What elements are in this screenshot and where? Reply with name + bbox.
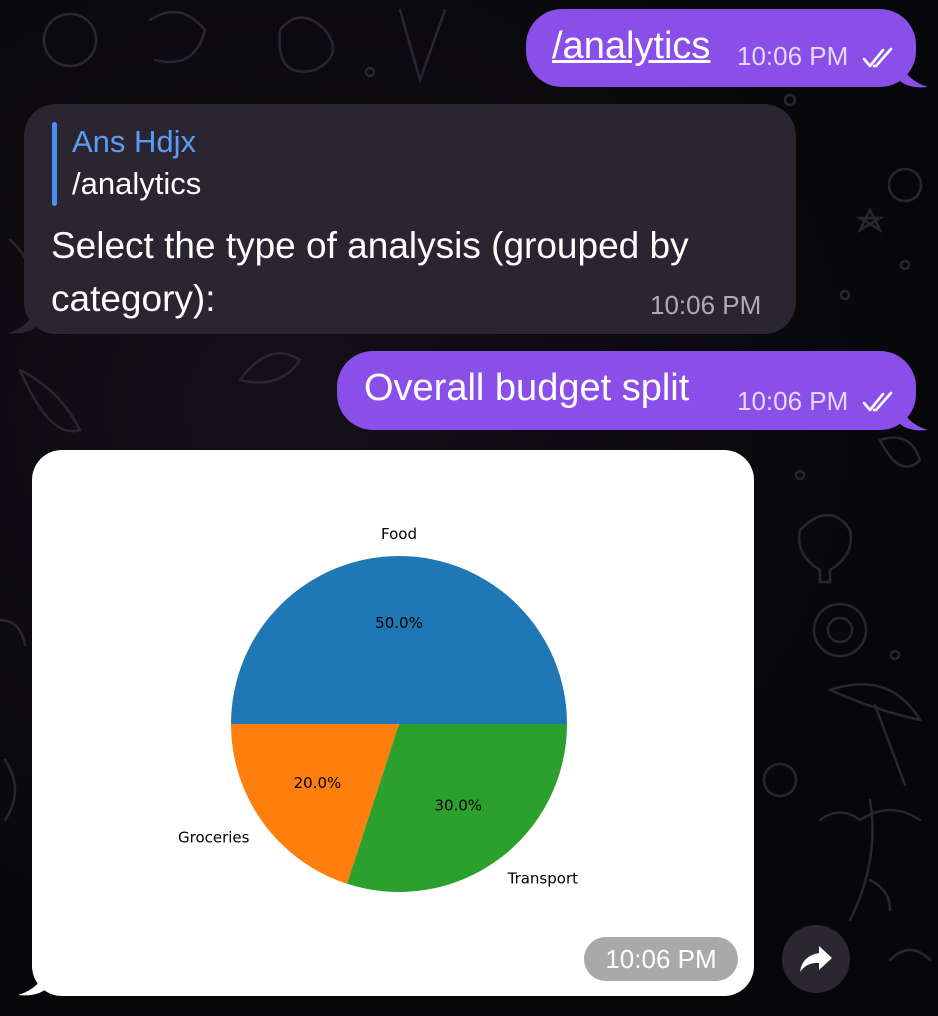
message-time: 10:06 PM (650, 290, 762, 320)
pie-percent-label: 20.0% (294, 774, 342, 792)
pie-category-label: Food (381, 525, 417, 543)
bubble-tail (8, 304, 36, 334)
pie-percent-label: 50.0% (375, 614, 423, 632)
pie-percent-label: 30.0% (434, 797, 482, 815)
bubble-tail (900, 401, 928, 431)
reply-quoted-text[interactable]: /analytics (72, 166, 201, 202)
pie-category-label: Transport (507, 870, 579, 888)
outgoing-message-bubble[interactable]: /analytics 10:06 PM (526, 9, 916, 87)
forward-arrow-icon (800, 946, 832, 972)
double-check-icon (862, 47, 893, 68)
forward-button[interactable] (782, 925, 850, 993)
command-link[interactable]: /analytics (552, 25, 710, 68)
reply-quote-bar (52, 122, 57, 206)
reply-sender-name[interactable]: Ans Hdjx (72, 124, 196, 160)
chart-image-message[interactable]: 50.0% Food 20.0% Groceries 30.0% Transport (32, 450, 754, 996)
pie-slice-food (231, 556, 567, 724)
chat-view: /analytics 10:06 PM Ans Hdjx /analytics … (0, 0, 938, 1016)
outgoing-message-bubble[interactable]: Overall budget split 10:06 PM (337, 351, 916, 430)
pie-category-label: Groceries (178, 829, 250, 847)
bubble-tail (900, 58, 928, 88)
message-time: 10:06 PM (584, 937, 738, 981)
double-check-icon (862, 391, 893, 412)
pie-chart: 50.0% Food 20.0% Groceries 30.0% Transport (178, 525, 579, 892)
message-time: 10:06 PM (737, 41, 849, 71)
message-text: Overall budget split (364, 367, 690, 409)
message-time: 10:06 PM (737, 386, 849, 416)
